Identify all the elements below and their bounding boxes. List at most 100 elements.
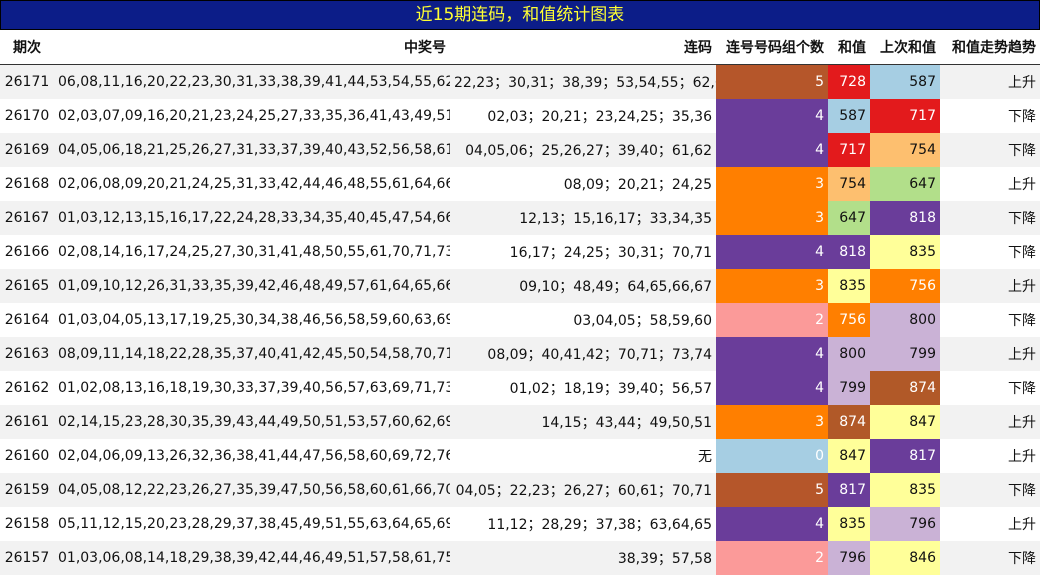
table-row: 26159 04,05,08,12,22,23,26,27,35,39,47,50… [0,473,1040,507]
cell-prev-sum: 717 [870,99,940,133]
cell-consec: 04,05；22,23；26,27；60,61；70,71 [450,473,716,507]
cell-numbers: 05,11,12,15,20,23,28,29,37,38,45,49,51,5… [54,507,450,541]
cell-trend: 下降 [940,201,1040,235]
table-row: 26161 02,14,15,23,28,30,35,39,43,44,49,50… [0,405,1040,439]
cell-trend: 下降 [940,133,1040,167]
cell-numbers: 01,09,10,12,26,31,33,35,39,42,46,48,49,5… [54,269,450,303]
cell-numbers: 01,02,08,13,16,18,19,30,33,37,39,40,56,5… [54,371,450,405]
cell-sum: 800 [828,337,870,371]
cell-trend: 上升 [940,405,1040,439]
cell-period: 26169 [0,133,54,167]
header-trend: 和值走势趋势 [940,30,1040,65]
cell-period: 26159 [0,473,54,507]
cell-period: 26157 [0,541,54,575]
cell-consec: 01,02；18,19；39,40；56,57 [450,371,716,405]
table-row: 26162 01,02,08,13,16,18,19,30,33,37,39,40… [0,371,1040,405]
cell-prev-sum: 874 [870,371,940,405]
cell-period: 26167 [0,201,54,235]
header-numbers: 中奖号 [54,30,450,65]
cell-numbers: 04,05,06,18,21,25,26,27,31,33,37,39,40,4… [54,133,450,167]
cell-prev-sum: 817 [870,439,940,473]
cell-sum: 587 [828,99,870,133]
header-groups: 连号号码组个数 [716,30,828,65]
cell-group-count: 4 [716,99,828,133]
cell-group-count: 3 [716,269,828,303]
cell-prev-sum: 835 [870,473,940,507]
cell-period: 26168 [0,167,54,201]
cell-period: 26166 [0,235,54,269]
cell-trend: 上升 [940,64,1040,99]
table-row: 26167 01,03,12,13,15,16,17,22,24,28,33,34… [0,201,1040,235]
cell-prev-sum: 754 [870,133,940,167]
cell-sum: 728 [828,64,870,99]
cell-trend: 下降 [940,99,1040,133]
table-row: 26157 01,03,06,08,14,18,29,38,39,42,44,46… [0,541,1040,575]
cell-group-count: 3 [716,167,828,201]
cell-consec: 11,12；28,29；37,38；63,64,65 [450,507,716,541]
cell-prev-sum: 818 [870,201,940,235]
cell-trend: 上升 [940,167,1040,201]
cell-trend: 下降 [940,371,1040,405]
cell-numbers: 01,03,12,13,15,16,17,22,24,28,33,34,35,4… [54,201,450,235]
cell-prev-sum: 587 [870,64,940,99]
cell-sum: 717 [828,133,870,167]
table-row: 26168 02,06,08,09,20,21,24,25,31,33,42,44… [0,167,1040,201]
cell-trend: 上升 [940,439,1040,473]
cell-group-count: 2 [716,541,828,575]
table-body: 26171 06,08,11,16,20,22,23,30,31,33,38,39… [0,64,1040,575]
cell-prev-sum: 647 [870,167,940,201]
cell-group-count: 3 [716,201,828,235]
header-period: 期次 [0,30,54,65]
cell-period: 26170 [0,99,54,133]
cell-group-count: 3 [716,405,828,439]
cell-period: 26162 [0,371,54,405]
cell-consec: 09,10；48,49；64,65,66,67 [450,269,716,303]
page-title: 近15期连码，和值统计图表 [0,0,1040,30]
table-row: 26160 02,04,06,09,13,26,32,36,38,41,44,47… [0,439,1040,473]
cell-group-count: 4 [716,371,828,405]
cell-sum: 647 [828,201,870,235]
cell-numbers: 04,05,08,12,22,23,26,27,35,39,47,50,56,5… [54,473,450,507]
cell-sum: 796 [828,541,870,575]
cell-consec: 22,23；30,31；38,39；53,54,55；62,63 [450,64,716,99]
cell-numbers: 02,14,15,23,28,30,35,39,43,44,49,50,51,5… [54,405,450,439]
cell-prev-sum: 835 [870,235,940,269]
table-row: 26170 02,03,07,09,16,20,21,23,24,25,27,33… [0,99,1040,133]
cell-numbers: 01,03,06,08,14,18,29,38,39,42,44,46,49,5… [54,541,450,575]
cell-prev-sum: 800 [870,303,940,337]
cell-numbers: 02,03,07,09,16,20,21,23,24,25,27,33,35,3… [54,99,450,133]
cell-trend: 上升 [940,337,1040,371]
cell-prev-sum: 756 [870,269,940,303]
stats-table: 期次 中奖号 连码 连号号码组个数 和值 上次和值 和值走势趋势 26171 06… [0,30,1040,575]
cell-consec: 03,04,05；58,59,60 [450,303,716,337]
cell-numbers: 02,06,08,09,20,21,24,25,31,33,42,44,46,4… [54,167,450,201]
cell-numbers: 01,03,04,05,13,17,19,25,30,34,38,46,56,5… [54,303,450,337]
cell-trend: 下降 [940,235,1040,269]
cell-sum: 874 [828,405,870,439]
cell-period: 26161 [0,405,54,439]
cell-group-count: 4 [716,337,828,371]
table-row: 26164 01,03,04,05,13,17,19,25,30,34,38,46… [0,303,1040,337]
cell-trend: 下降 [940,541,1040,575]
cell-numbers: 08,09,11,14,18,22,28,35,37,40,41,42,45,5… [54,337,450,371]
cell-sum: 847 [828,439,870,473]
cell-numbers: 02,08,14,16,17,24,25,27,30,31,41,48,50,5… [54,235,450,269]
cell-trend: 上升 [940,269,1040,303]
cell-sum: 754 [828,167,870,201]
cell-period: 26163 [0,337,54,371]
cell-consec: 14,15；43,44；49,50,51 [450,405,716,439]
cell-consec: 38,39；57,58 [450,541,716,575]
cell-consec: 12,13；15,16,17；33,34,35 [450,201,716,235]
table-row: 26166 02,08,14,16,17,24,25,27,30,31,41,48… [0,235,1040,269]
cell-group-count: 4 [716,133,828,167]
cell-group-count: 0 [716,439,828,473]
cell-trend: 下降 [940,303,1040,337]
cell-trend: 上升 [940,507,1040,541]
cell-sum: 835 [828,269,870,303]
cell-numbers: 02,04,06,09,13,26,32,36,38,41,44,47,56,5… [54,439,450,473]
cell-consec: 08,09；40,41,42；70,71；73,74 [450,337,716,371]
cell-consec: 08,09；20,21；24,25 [450,167,716,201]
cell-consec: 16,17；24,25；30,31；70,71 [450,235,716,269]
cell-group-count: 5 [716,64,828,99]
cell-consec: 02,03；20,21；23,24,25；35,36 [450,99,716,133]
